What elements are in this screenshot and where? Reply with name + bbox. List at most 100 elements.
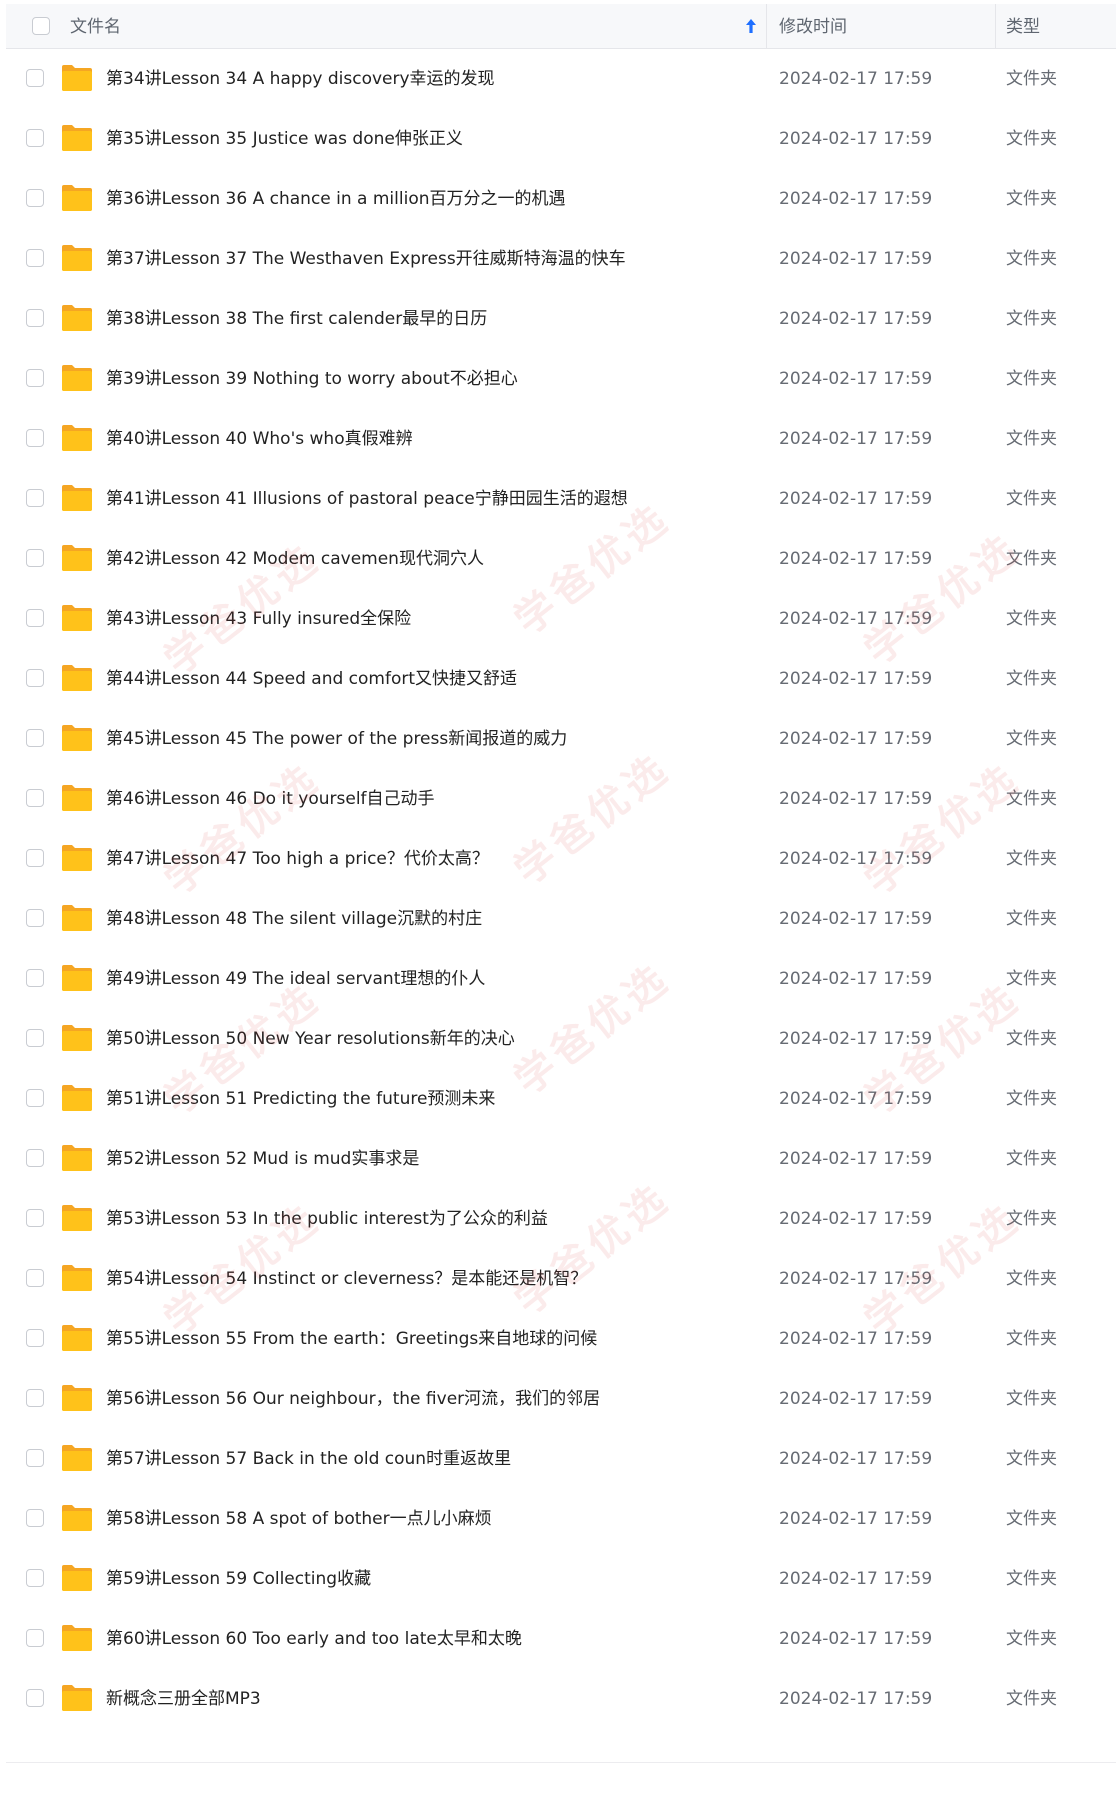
row-checkbox[interactable] [26,1509,44,1527]
row-checkbox[interactable] [26,69,44,87]
row-checkbox[interactable] [26,669,44,687]
column-header-type[interactable]: 类型 [1006,4,1040,48]
table-row[interactable]: 第47讲Lesson 47 Too high a price？代价太高？ 2024… [6,829,1116,889]
column-divider[interactable] [995,4,996,48]
row-checkbox[interactable] [26,909,44,927]
table-row[interactable]: 第53讲Lesson 53 In the public interest为了公众… [6,1189,1116,1249]
table-row[interactable]: 第50讲Lesson 50 New Year resolutions新年的决心 2… [6,1009,1116,1069]
table-row[interactable]: 新概念三册全部MP3 2024-02-17 17:59 文件夹 [6,1669,1116,1729]
file-name[interactable]: 第37讲Lesson 37 The Westhaven Express开往威斯特… [106,229,626,289]
row-checkbox[interactable] [26,489,44,507]
row-checkbox[interactable] [26,189,44,207]
file-name[interactable]: 第60讲Lesson 60 Too early and too late太早和太… [106,1609,522,1669]
sort-ascending-arrow-icon[interactable] [744,17,758,35]
table-row[interactable]: 第51讲Lesson 51 Predicting the future预测未来 2… [6,1069,1116,1129]
table-row[interactable]: 第35讲Lesson 35 Justice was done伸张正义 2024-0… [6,109,1116,169]
table-row[interactable]: 第45讲Lesson 45 The power of the press新闻报道… [6,709,1116,769]
file-name[interactable]: 第51讲Lesson 51 Predicting the future预测未来 [106,1069,495,1129]
file-name[interactable]: 新概念三册全部MP3 [106,1669,261,1729]
row-checkbox[interactable] [26,849,44,867]
file-name[interactable]: 第59讲Lesson 59 Collecting收藏 [106,1549,371,1609]
file-type: 文件夹 [1006,669,1057,689]
table-row[interactable]: 第58讲Lesson 58 A spot of bother一点儿小麻烦 2024… [6,1489,1116,1549]
table-row[interactable]: 第40讲Lesson 40 Who's who真假难辨 2024-02-17 17… [6,409,1116,469]
table-row[interactable]: 第39讲Lesson 39 Nothing to worry about不必担心… [6,349,1116,409]
file-list: 第33讲Lesson 33 A day to remember2024-02-1… [6,4,1116,1797]
row-checkbox[interactable] [26,1209,44,1227]
table-row[interactable]: 第48讲Lesson 48 The silent village沉默的村庄 202… [6,889,1116,949]
table-row[interactable]: 第42讲Lesson 42 Modem cavemen现代洞穴人 2024-02-… [6,529,1116,589]
file-name[interactable]: 第43讲Lesson 43 Fully insured全保险 [106,589,411,649]
table-row[interactable]: 第44讲Lesson 44 Speed and comfort又快捷又舒适 202… [6,649,1116,709]
table-row[interactable]: 第43讲Lesson 43 Fully insured全保险 2024-02-17… [6,589,1116,649]
row-checkbox[interactable] [26,429,44,447]
table-row[interactable]: 第59讲Lesson 59 Collecting收藏 2024-02-17 17:… [6,1549,1116,1609]
file-name[interactable]: 第52讲Lesson 52 Mud is mud实事求是 [106,1129,419,1189]
file-name[interactable]: 第36讲Lesson 36 A chance in a million百万分之一… [106,169,566,229]
table-row[interactable]: 第34讲Lesson 34 A happy discovery幸运的发现 2024… [6,49,1116,109]
row-checkbox[interactable] [26,249,44,267]
file-type: 文件夹 [1006,1449,1057,1469]
file-name[interactable]: 第45讲Lesson 45 The power of the press新闻报道… [106,709,567,769]
table-row[interactable]: 第49讲Lesson 49 The ideal servant理想的仆人 2024… [6,949,1116,1009]
file-name[interactable]: 第34讲Lesson 34 A happy discovery幸运的发现 [106,49,495,109]
table-row[interactable]: 第38讲Lesson 38 The first calender最早的日历 202… [6,289,1116,349]
row-checkbox[interactable] [26,789,44,807]
file-name[interactable]: 第44讲Lesson 44 Speed and comfort又快捷又舒适 [106,649,517,709]
table-row[interactable]: 第41讲Lesson 41 Illusions of pastoral peac… [6,469,1116,529]
select-all-checkbox[interactable] [32,17,50,35]
file-name[interactable]: 第57讲Lesson 57 Back in the old coun时重返故里 [106,1429,511,1489]
row-checkbox[interactable] [26,1629,44,1647]
file-type: 文件夹 [1006,369,1057,389]
file-name[interactable]: 第35讲Lesson 35 Justice was done伸张正义 [106,109,463,169]
row-checkbox[interactable] [26,549,44,567]
file-name[interactable]: 第46讲Lesson 46 Do it yourself自己动手 [106,769,435,829]
folder-icon [62,1505,92,1531]
table-row[interactable]: 第57讲Lesson 57 Back in the old coun时重返故里 2… [6,1429,1116,1489]
file-name[interactable]: 第38讲Lesson 38 The first calender最早的日历 [106,289,487,349]
file-name[interactable]: 第54讲Lesson 54 Instinct or cleverness？是本能… [106,1249,587,1309]
column-divider[interactable] [766,4,767,48]
row-checkbox[interactable] [26,729,44,747]
file-name[interactable]: 第39讲Lesson 39 Nothing to worry about不必担心 [106,349,518,409]
column-header-name[interactable]: 文件名 [70,4,121,48]
row-checkbox[interactable] [26,1569,44,1587]
row-checkbox[interactable] [26,309,44,327]
file-name[interactable]: 第41讲Lesson 41 Illusions of pastoral peac… [106,469,628,529]
row-checkbox[interactable] [26,369,44,387]
table-row[interactable]: 第52讲Lesson 52 Mud is mud实事求是 2024-02-17 1… [6,1129,1116,1189]
row-checkbox[interactable] [26,1689,44,1707]
modified-time: 2024-02-17 17:59 [779,789,933,809]
file-name[interactable]: 第49讲Lesson 49 The ideal servant理想的仆人 [106,949,485,1009]
file-name[interactable]: 第56讲Lesson 56 Our neighbour，the fiver河流，… [106,1369,600,1429]
file-name[interactable]: 第50讲Lesson 50 New Year resolutions新年的决心 [106,1009,515,1069]
table-row[interactable]: 第54讲Lesson 54 Instinct or cleverness？是本能… [6,1249,1116,1309]
row-checkbox[interactable] [26,1449,44,1467]
table-row[interactable]: 第37讲Lesson 37 The Westhaven Express开往威斯特… [6,229,1116,289]
file-name[interactable]: 第40讲Lesson 40 Who's who真假难辨 [106,409,413,469]
file-name[interactable]: 第58讲Lesson 58 A spot of bother一点儿小麻烦 [106,1489,492,1549]
table-row[interactable]: 第55讲Lesson 55 From the earth：Greetings来自… [6,1309,1116,1369]
modified-time: 2024-02-17 17:59 [779,1029,933,1049]
table-row[interactable]: 第60讲Lesson 60 Too early and too late太早和太… [6,1609,1116,1669]
file-name[interactable]: 第53讲Lesson 53 In the public interest为了公众… [106,1189,548,1249]
table-row[interactable]: 第46讲Lesson 46 Do it yourself自己动手 2024-02-… [6,769,1116,829]
column-header-modified-time[interactable]: 修改时间 [779,4,847,48]
table-row[interactable]: 第56讲Lesson 56 Our neighbour，the fiver河流，… [6,1369,1116,1429]
row-checkbox[interactable] [26,1329,44,1347]
file-name[interactable]: 第47讲Lesson 47 Too high a price？代价太高？ [106,829,489,889]
folder-icon [62,1325,92,1351]
row-checkbox[interactable] [26,969,44,987]
table-row[interactable]: 第36讲Lesson 36 A chance in a million百万分之一… [6,169,1116,229]
file-name[interactable]: 第48讲Lesson 48 The silent village沉默的村庄 [106,889,482,949]
row-checkbox[interactable] [26,1389,44,1407]
row-checkbox[interactable] [26,1149,44,1167]
row-checkbox[interactable] [26,129,44,147]
row-checkbox[interactable] [26,1269,44,1287]
file-name[interactable]: 第42讲Lesson 42 Modem cavemen现代洞穴人 [106,529,484,589]
file-type: 文件夹 [1006,1329,1057,1349]
row-checkbox[interactable] [26,609,44,627]
row-checkbox[interactable] [26,1089,44,1107]
row-checkbox[interactable] [26,1029,44,1047]
file-name[interactable]: 第55讲Lesson 55 From the earth：Greetings来自… [106,1309,597,1369]
